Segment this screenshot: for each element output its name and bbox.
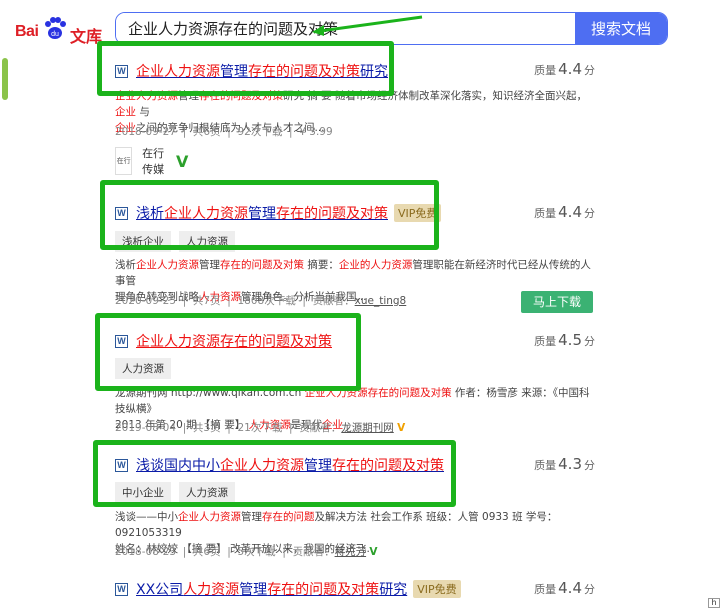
baidu-wenku-logo[interactable]: Bai du 文库 (15, 15, 105, 46)
highlight-box (100, 180, 439, 250)
highlight-box (97, 41, 394, 96)
result-item-5: W XX公司人力资源管理存在的问题及对策研究 VIP免费 质量 4.4 分 (115, 579, 595, 604)
publisher-name: 在行传媒 (142, 147, 165, 176)
paw-icon: du (45, 17, 66, 39)
quality-score: 质量 4.5 分 (534, 331, 595, 349)
arrow-annotation (312, 15, 423, 36)
quality-score: 质量 4.4 分 (534, 60, 595, 78)
verified-icon: V (176, 151, 189, 171)
verified-icon: V (397, 422, 406, 434)
result-meta: 2018-09-27 | 共6页 | 92次下载 | ¥ 3.99 (115, 126, 333, 138)
result-meta: 2018-08-23 | 共6页 | 5次下载 | 贡献者：蒋先芳 V (115, 546, 378, 558)
contributor-link[interactable]: 龙源期刊网 (341, 422, 394, 434)
result-title-link[interactable]: XX公司人力资源管理存在的问题及对策研究 (136, 579, 407, 599)
search-button[interactable]: 搜索文档 (575, 13, 667, 44)
result-title-row: W XX公司人力资源管理存在的问题及对策研究 VIP免费 (115, 579, 461, 599)
result-meta: 2020-09-25 | 共7页 | 1808次下载 | 贡献者：xue_tin… (115, 295, 407, 307)
quality-score: 质量 4.4 分 (534, 203, 595, 221)
svg-text:du: du (51, 31, 59, 38)
result-meta: 2019-08-04 | 共3页 | 21次下载 | 贡献者：龙源期刊网 V (115, 422, 406, 434)
corner-widget[interactable]: h (708, 598, 720, 608)
highlight-box (93, 440, 456, 507)
logo-text-bai: Bai (15, 23, 39, 40)
contributor-link[interactable]: xue_ting8 (355, 295, 407, 307)
quality-score: 质量 4.4 分 (534, 579, 595, 597)
publisher-logo: 在行 (115, 147, 133, 175)
highlight-box (95, 313, 361, 391)
contributor-link[interactable]: 蒋先芳 (335, 546, 367, 558)
download-now-button[interactable]: 马上下载 (521, 291, 593, 313)
scrollbar-thumb[interactable] (2, 58, 8, 100)
vip-free-badge: VIP免费 (413, 580, 461, 598)
page: Bai du 文库 搜索文档 W 企业人力资源管理存在的问题及对策研究 质量4.… (0, 0, 720, 608)
word-doc-icon: W (115, 582, 128, 596)
quality-score: 质量 4.3 分 (534, 455, 595, 473)
verified-icon: V (369, 546, 378, 558)
